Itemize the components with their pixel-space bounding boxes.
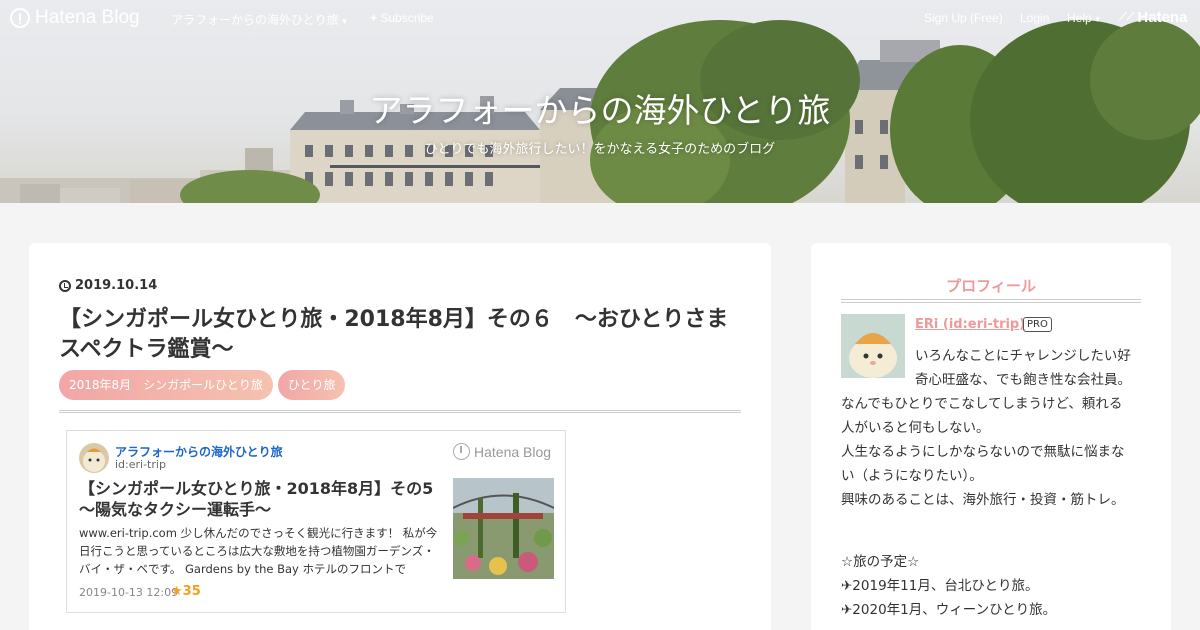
embed-excerpt: www.eri-trip.com 少し休んだのでさっそく観光に行きます！ 私が今…: [79, 526, 438, 576]
profile-intro-line: 奇心旺盛な、でも飽き性な会社員。: [915, 372, 1131, 388]
embed-star-count[interactable]: ★35: [171, 584, 201, 599]
embed-datetime: 2019-10-13 12:09: [79, 586, 179, 599]
profile-icon[interactable]: [841, 314, 905, 378]
blog-description: ひとりでも海外旅行したい！をかなえる女子のためのブログ: [424, 142, 776, 157]
pro-badge: PRO: [1023, 317, 1052, 332]
hatena-blog-logo[interactable]: Hatena Blog: [10, 7, 140, 29]
hatena-logo-icon: [10, 8, 30, 28]
hatena-logo-icon: [453, 443, 470, 460]
divider: [841, 299, 1141, 303]
signup-link[interactable]: Sign Up (Free): [924, 11, 1003, 25]
caret-down-icon: ▼: [1093, 15, 1102, 24]
entry-card: 2019.10.14 【シンガポール女ひとり旅・2018年8月】その６ ～おひと…: [29, 243, 771, 630]
blog-menu-dropdown[interactable]: アラフォーからの海外ひとり旅 ▼: [171, 11, 349, 28]
hatena-brand-text: Hatena: [1137, 9, 1188, 26]
profile-bio-line: 興味のあることは、海外旅行・投資・筋トレ。: [841, 492, 1125, 508]
profile-bio-line: 人がいると何もしない。: [841, 420, 990, 436]
profile-intro-line: いろんなことにチャレンジしたい好: [915, 348, 1131, 364]
global-navbar: Hatena Blog アラフォーからの海外ひとり旅 ▼ + Subscribe …: [0, 0, 1200, 36]
profile-bio-line: い（ようになりたい）。: [841, 468, 983, 484]
blog-title[interactable]: アラフォーからの海外ひとり旅: [0, 84, 1200, 132]
hatena-brand-icon: ⟋⟋: [1119, 11, 1135, 23]
embedded-blog-card[interactable]: アラフォーからの海外ひとり旅 id:eri-trip Hatena Blog 【…: [66, 430, 566, 613]
profile-name-link[interactable]: ERi (id:eri-trip): [915, 317, 1025, 332]
help-dropdown[interactable]: Help ▼: [1067, 11, 1102, 25]
help-label: Help: [1067, 11, 1092, 25]
clock-icon: [59, 279, 71, 292]
entry-date[interactable]: 2019.10.14: [59, 278, 157, 293]
embed-thumbnail[interactable]: [453, 478, 554, 579]
category-list: 2018年8月 シンガポールひとり旅 ひとり旅: [59, 370, 346, 400]
travel-plan-item: ✈2020年1月、ウィーンひとり旅。: [841, 602, 1057, 618]
embed-hatena-logo[interactable]: Hatena Blog: [453, 443, 551, 460]
subscribe-label: Subscribe: [380, 11, 434, 25]
avatar[interactable]: [79, 443, 109, 473]
category-tag[interactable]: ひとり旅: [277, 370, 346, 400]
travel-plan-heading: ☆旅の予定☆: [841, 554, 920, 570]
plus-icon: +: [370, 11, 378, 25]
header-banner: Hatena Blog アラフォーからの海外ひとり旅 ▼ + Subscribe …: [0, 0, 1200, 203]
subscribe-button[interactable]: + Subscribe: [370, 11, 434, 25]
travel-plan-item: ✈2019年11月、台北ひとり旅。: [841, 578, 1039, 594]
embed-logo-text: Hatena Blog: [474, 443, 552, 460]
embed-entry-title[interactable]: 【シンガポール女ひとり旅・2018年8月】その5 ～陽気なタクシー運転手～: [79, 478, 449, 520]
profile-bio-line: 人生なるようにしかならないので無駄に悩まな: [841, 444, 1125, 460]
profile-module: プロフィール ERi (id:eri-trip) PRO いろんなことにチャレン…: [811, 243, 1171, 630]
blog-menu-label: アラフォーからの海外ひとり旅: [171, 13, 339, 27]
hatena-blog-logo-text: Hatena Blog: [35, 7, 140, 28]
caret-down-icon: ▼: [340, 17, 349, 26]
entry-title[interactable]: 【シンガポール女ひとり旅・2018年8月】その６ ～おひとりさまスペクトラ鑑賞～: [59, 305, 749, 365]
hatena-brand-link[interactable]: ⟋⟋ Hatena: [1119, 9, 1187, 26]
category-tag[interactable]: 2018年8月 シンガポールひとり旅: [59, 370, 273, 400]
profile-heading: プロフィール: [946, 277, 1036, 295]
login-link[interactable]: Login: [1020, 11, 1049, 25]
profile-bio-line: なんでもひとりでこなしてしまうけど、頼れる: [841, 396, 1123, 412]
embed-blog-id: id:eri-trip: [115, 458, 166, 471]
divider: [59, 410, 741, 413]
entry-date-text: 2019.10.14: [75, 278, 158, 293]
